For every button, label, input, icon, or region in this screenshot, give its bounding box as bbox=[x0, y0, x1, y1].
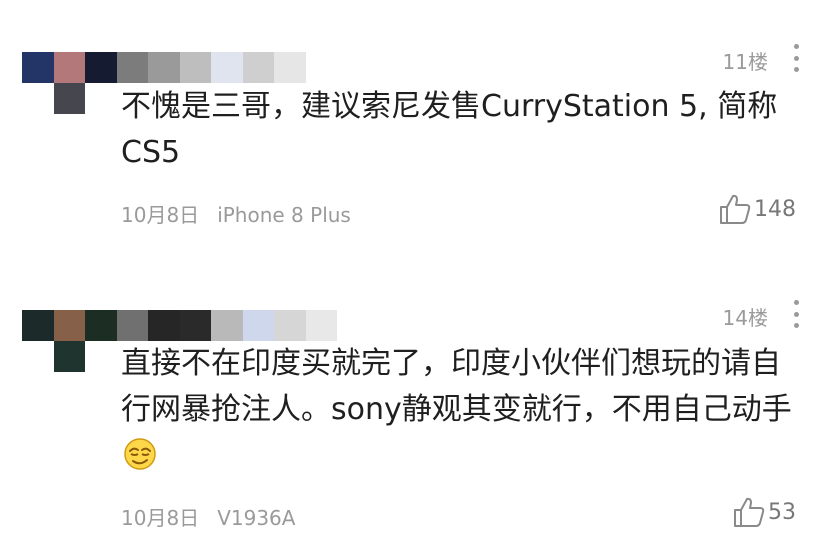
avatar-pixel bbox=[242, 310, 274, 341]
like-button[interactable]: 148 bbox=[718, 192, 796, 226]
floor-number: 14楼 bbox=[722, 306, 768, 330]
avatar-pixel bbox=[85, 52, 117, 83]
comment-device: iPhone 8 Plus bbox=[217, 203, 351, 227]
avatar-pixel bbox=[274, 310, 306, 341]
avatar-pixel bbox=[211, 310, 243, 341]
avatar-pixel bbox=[116, 52, 148, 83]
avatar-pixel bbox=[53, 310, 85, 341]
comment-date: 10月8日 bbox=[121, 203, 200, 227]
comment-text-body: 直接不在印度买就完了，印度小伙伴们想玩的请自行网暴抢注人。sony静观其变就行，… bbox=[121, 346, 792, 427]
avatar-pixel bbox=[53, 83, 85, 114]
avatar-pixel bbox=[305, 310, 337, 341]
thumbs-up-icon bbox=[720, 194, 751, 224]
avatar-pixel bbox=[22, 310, 54, 341]
avatar-pixel bbox=[148, 52, 180, 83]
avatar-pixel bbox=[274, 52, 306, 83]
avatar-pixel bbox=[53, 341, 85, 372]
more-options-icon[interactable] bbox=[792, 300, 800, 328]
comment-date: 10月8日 bbox=[121, 506, 200, 530]
more-options-icon[interactable] bbox=[792, 44, 800, 72]
comment-meta: 10月8日 iPhone 8 Plus bbox=[121, 199, 351, 228]
comment-meta: 10月8日 V1936A bbox=[121, 502, 295, 531]
avatar-pixel bbox=[179, 52, 211, 83]
avatar-pixel bbox=[53, 52, 85, 83]
smirk-face-emoji bbox=[123, 437, 157, 485]
avatar-pixel bbox=[179, 310, 211, 341]
like-button[interactable]: 53 bbox=[732, 495, 796, 529]
avatar-pixel bbox=[85, 310, 117, 341]
comment-text: 不愧是三哥，建议索尼发售CurryStation 5, 简称CS5 bbox=[121, 89, 778, 170]
thumbs-up-icon bbox=[734, 497, 765, 527]
like-count: 148 bbox=[754, 196, 796, 222]
comment-item: 14楼 直接不在印度买就完了，印度小伙伴们想玩的请自行网暴抢注人。sony静观其… bbox=[0, 270, 828, 555]
comment-item: 11楼 不愧是三哥，建议索尼发售CurryStation 5, 简称CS5 10… bbox=[0, 0, 828, 270]
comment-text: 直接不在印度买就完了，印度小伙伴们想玩的请自行网暴抢注人。sony静观其变就行，… bbox=[121, 341, 801, 485]
avatar-pixel bbox=[148, 310, 180, 341]
like-count: 53 bbox=[768, 499, 796, 525]
avatar-pixel bbox=[211, 52, 243, 83]
comment-device: V1936A bbox=[217, 506, 296, 530]
avatar-pixel bbox=[242, 52, 274, 83]
avatar-pixel bbox=[116, 310, 148, 341]
floor-number: 11楼 bbox=[722, 50, 768, 74]
avatar-pixel bbox=[22, 52, 54, 83]
